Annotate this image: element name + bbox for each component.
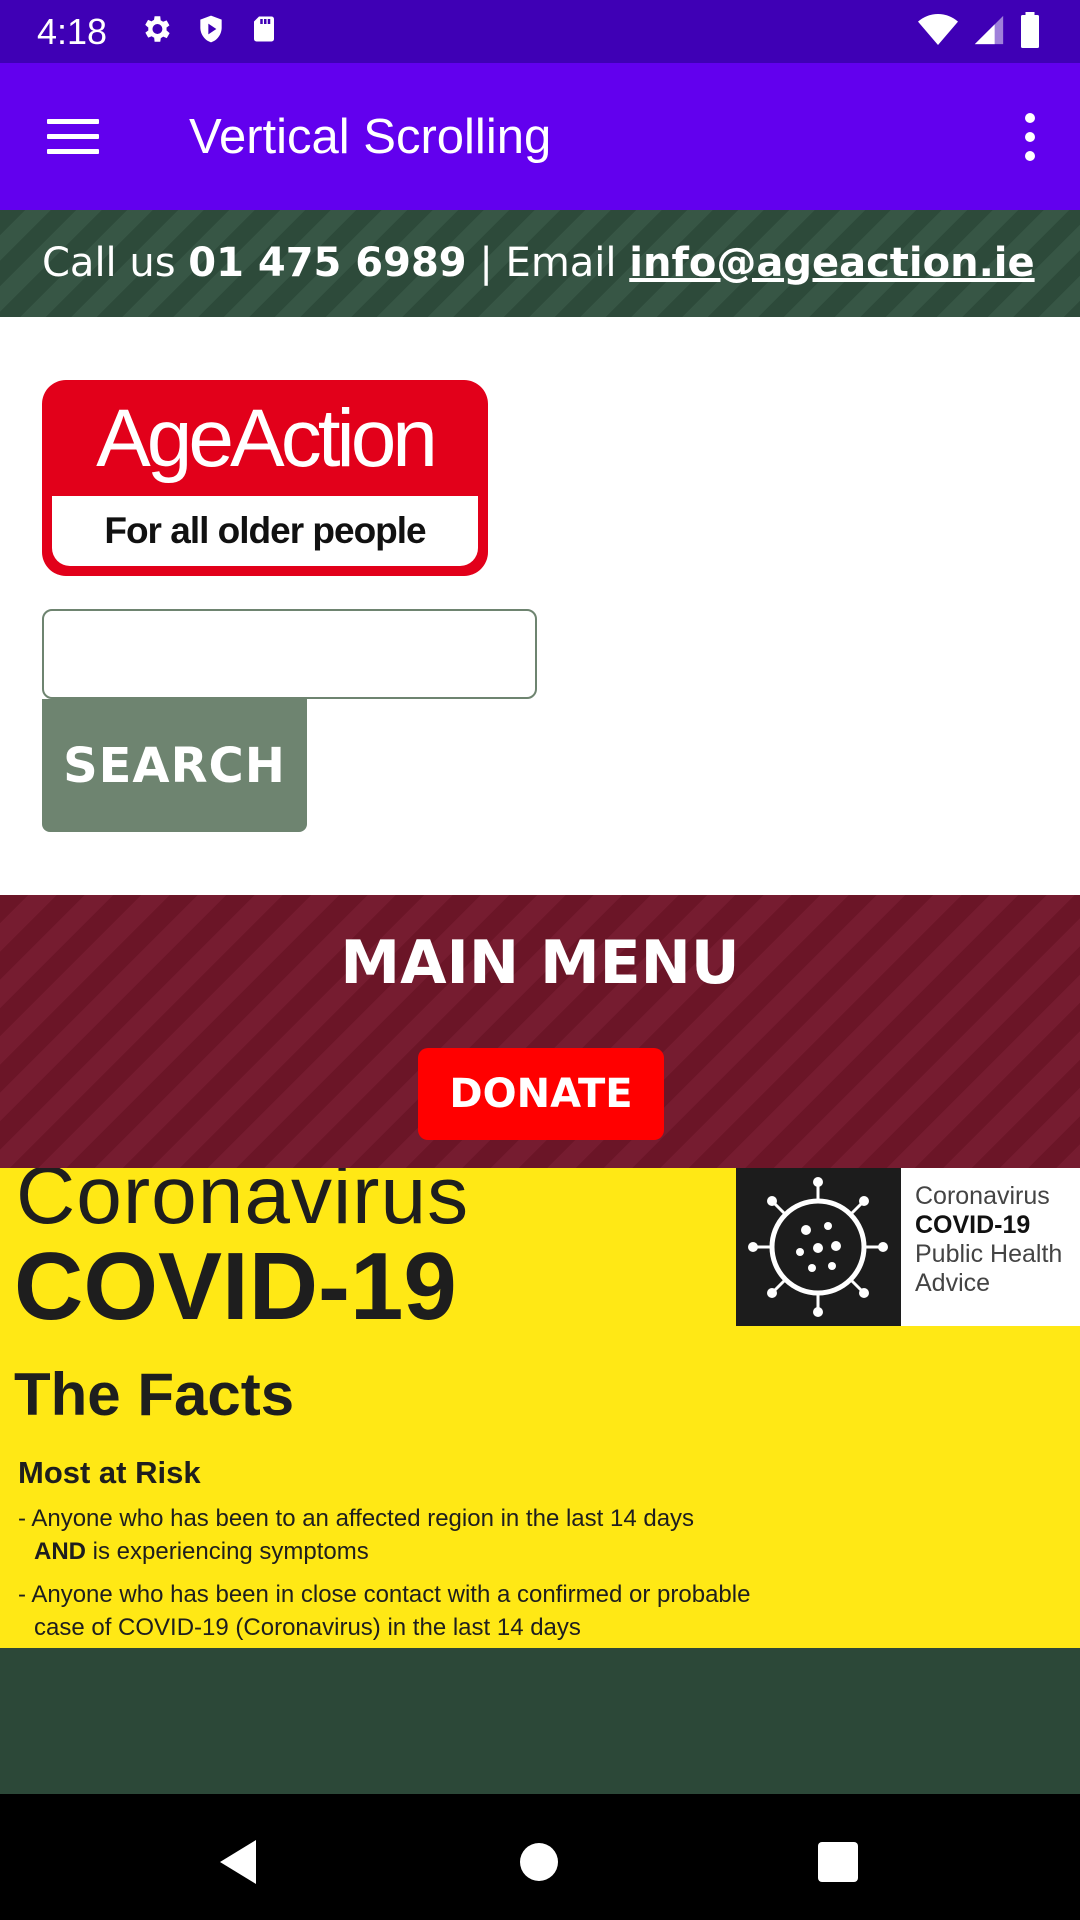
age-action-logo[interactable]: AgeAction For all older people	[42, 380, 488, 576]
banner-the-facts: The Facts	[14, 1361, 295, 1428]
banner-covid19: COVID-19	[14, 1233, 457, 1340]
donate-button[interactable]: DONATE	[418, 1048, 664, 1140]
email-link[interactable]: info@ageaction.ie	[629, 240, 1034, 286]
search-button[interactable]: SEARCH	[42, 699, 307, 832]
bullet-2: - Anyone who has been in close contact w…	[18, 1581, 751, 1641]
app-title: Vertical Scrolling	[189, 110, 552, 164]
status-bar: 4:18	[0, 0, 1080, 63]
email-label: Email	[505, 240, 630, 286]
search-input[interactable]	[42, 609, 537, 699]
sd-card-icon	[249, 12, 279, 50]
phone-link[interactable]: 01 475 6989	[188, 240, 466, 286]
hse-text: Coronavirus COVID-19 Public Health Advic…	[915, 1182, 1063, 1297]
banner-most-at-risk: Most at Risk	[18, 1455, 201, 1490]
signal-icon	[972, 13, 1006, 51]
status-time: 4:18	[37, 11, 108, 52]
recents-icon[interactable]	[818, 1842, 858, 1882]
covid-banner[interactable]: Coronavirus COVID-19 The Facts Most at R…	[0, 1168, 1080, 1648]
home-icon[interactable]	[520, 1843, 558, 1881]
wifi-icon	[918, 13, 958, 51]
main-menu-toggle[interactable]: MAIN MENU	[0, 923, 1080, 1003]
logo-title: AgeAction	[96, 393, 438, 484]
banner-bullets: - Anyone who has been to an affected reg…	[18, 1502, 758, 1648]
contact-bar: Call us 01 475 6989 | Email info@ageacti…	[0, 210, 1080, 317]
app-bar: Vertical Scrolling	[0, 63, 1080, 210]
shield-icon	[195, 12, 227, 50]
gear-icon	[139, 12, 173, 50]
back-icon[interactable]	[218, 1838, 258, 1890]
more-options-icon[interactable]	[1020, 113, 1040, 161]
separator: |	[466, 240, 506, 286]
status-icons-right	[918, 12, 1040, 52]
navigation-bar	[0, 1794, 1080, 1920]
battery-icon	[1020, 12, 1040, 52]
bullet-1: - Anyone who has been to an affected reg…	[18, 1505, 695, 1565]
menu-icon[interactable]	[47, 119, 99, 155]
status-icons-left	[139, 12, 279, 50]
call-label: Call us	[42, 240, 189, 286]
virus-icon	[736, 1168, 901, 1326]
footer-section	[0, 1648, 1080, 1794]
logo-tagline: For all older people	[52, 496, 478, 566]
main-menu-section: MAIN MENU DONATE	[0, 895, 1080, 1168]
